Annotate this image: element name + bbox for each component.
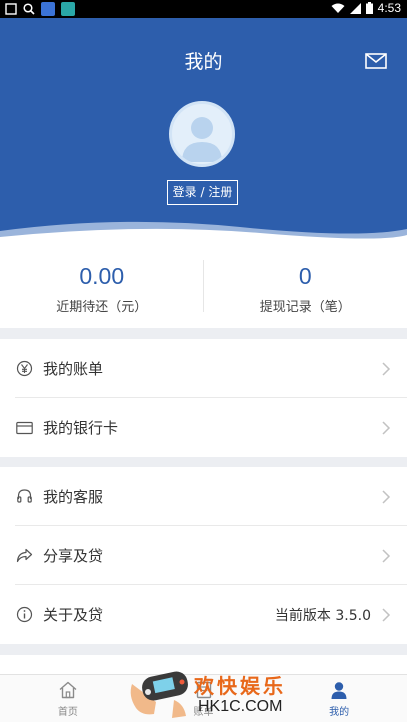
section-divider [0, 457, 407, 467]
menu-label: 我的客服 [43, 488, 104, 506]
menu-item-customer-service[interactable]: 我的客服 [0, 467, 407, 526]
app-version: 当前版本 3.5.0 [274, 607, 371, 624]
menu-label: 我的账单 [43, 360, 104, 378]
stats-divider [203, 260, 204, 312]
stat-withdraw-records[interactable]: 0 提现记录（笔） [204, 243, 407, 328]
menu-label: 分享及贷 [43, 547, 104, 565]
menu-label: 关于及贷 [43, 606, 104, 624]
tab-home[interactable]: 首页 [0, 675, 136, 722]
mail-icon[interactable] [365, 52, 387, 70]
status-time: 4:53 [377, 1, 401, 15]
stat-value: 0.00 [79, 263, 125, 289]
menu-label: 我的银行卡 [43, 419, 119, 437]
avatar-placeholder-icon [182, 117, 222, 162]
bank-card-icon [15, 419, 33, 437]
yen-circle-icon [15, 360, 33, 378]
info-icon [15, 606, 33, 624]
tab-label: 我的 [329, 706, 350, 718]
section-divider [0, 644, 407, 655]
chevron-right-icon [382, 420, 391, 435]
stat-value: 0 [298, 263, 312, 289]
watermark-url: HK1C.COM [198, 698, 283, 715]
menu-item-my-bill[interactable]: 我的账单 [0, 339, 407, 398]
avatar[interactable] [169, 101, 235, 167]
tab-mine[interactable]: 我的 [271, 675, 407, 722]
watermark: 欢快娱乐 HK1C.COM [126, 660, 286, 722]
status-bar: 4:53 [0, 0, 407, 18]
wifi-icon [331, 3, 345, 13]
battery-icon [365, 2, 373, 14]
chevron-right-icon [382, 607, 391, 622]
page-title: 我的 [184, 51, 223, 73]
search-icon [23, 3, 35, 15]
user-icon [331, 681, 347, 699]
menu-item-about[interactable]: 关于及贷 当前版本 3.5.0 [0, 585, 407, 644]
menu-item-bank-card[interactable]: 我的银行卡 [0, 398, 407, 457]
watermark-title: 欢快娱乐 [194, 674, 286, 698]
menu-item-share[interactable]: 分享及贷 [0, 526, 407, 585]
header-wave-decoration [0, 221, 407, 243]
tab-label: 首页 [57, 706, 78, 718]
home-icon [59, 681, 77, 698]
game-controller-hand-icon [130, 671, 188, 718]
chevron-right-icon [382, 489, 391, 504]
section-divider [0, 328, 407, 339]
square-icon [5, 3, 17, 15]
app-icon [61, 2, 75, 16]
login-register-button[interactable]: 登录 / 注册 [167, 180, 238, 205]
stat-label: 近期待还（元） [56, 300, 148, 315]
chevron-right-icon [382, 548, 391, 563]
chevron-right-icon [382, 361, 391, 376]
baidu-app-icon [41, 2, 55, 16]
stat-label: 提现记录（笔） [259, 300, 351, 315]
headset-icon [15, 488, 33, 506]
profile-header: 我的 登录 / 注册 [0, 18, 407, 243]
signal-icon [349, 2, 361, 14]
share-icon [15, 547, 33, 565]
stat-repayment[interactable]: 0.00 近期待还（元） [0, 243, 204, 328]
